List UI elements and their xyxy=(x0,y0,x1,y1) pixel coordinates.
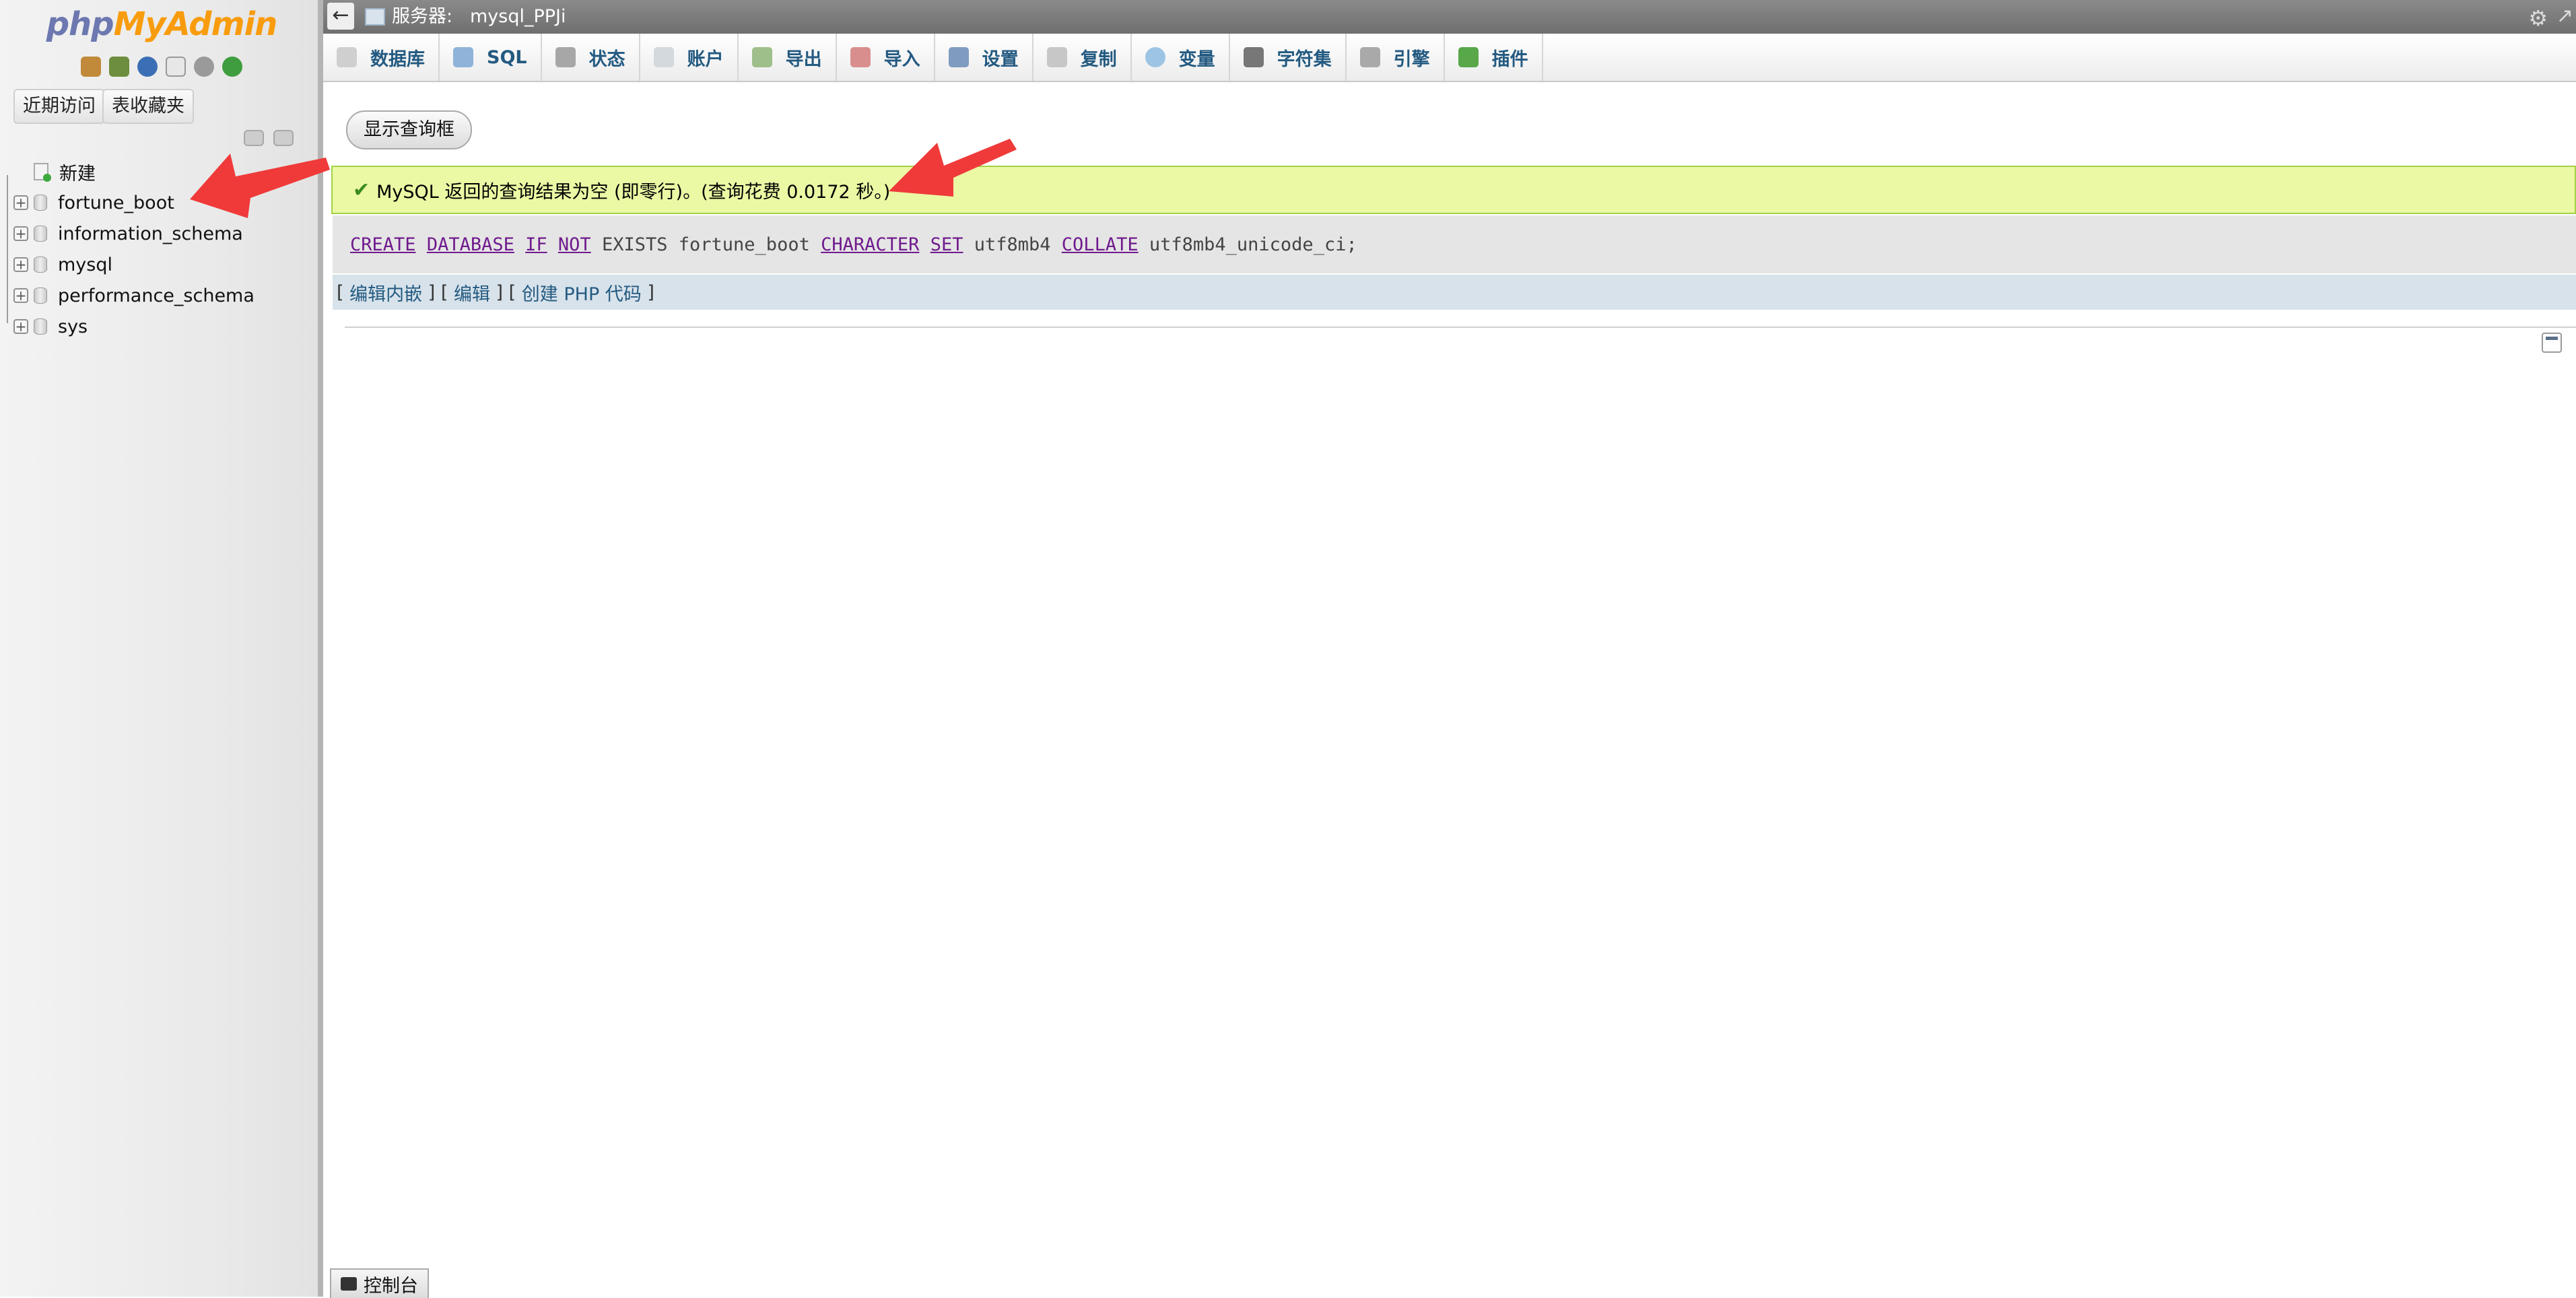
recent-tables-button[interactable]: 近期访问 xyxy=(13,89,105,124)
expand-icon[interactable]: + xyxy=(13,319,28,334)
server-breadcrumb-bar: ← 服务器: mysql_PPJi ⚙ ↗ xyxy=(323,0,2576,34)
tab-sql[interactable]: SQL xyxy=(440,34,542,81)
settings-icon[interactable] xyxy=(194,57,214,77)
tree-item-mysql[interactable]: + mysql xyxy=(13,249,255,280)
sql-icon xyxy=(453,47,473,67)
expand-icon[interactable]: + xyxy=(13,288,28,303)
sql-keyword-collate[interactable]: COLLATE xyxy=(1062,234,1139,255)
help-icon[interactable] xyxy=(137,57,158,77)
console-label: 控制台 xyxy=(364,1275,418,1297)
success-message: ✔ MySQL 返回的查询结果为空 (即零行)。(查询花费 0.0172 秒。) xyxy=(331,166,2576,214)
sql-keyword-create[interactable]: CREATE xyxy=(350,234,416,255)
collapse-sidebar-button[interactable]: ← xyxy=(327,3,354,30)
server-label: 服务器: xyxy=(392,6,453,27)
show-query-box-button[interactable]: 显示查询框 xyxy=(346,110,472,149)
expand-icon[interactable]: + xyxy=(13,195,28,210)
sql-action-links: [ 编辑内嵌 ] [ 编辑 ] [ 创建 PHP 代码 ] xyxy=(333,275,2576,310)
plugin-icon xyxy=(1458,47,1479,67)
tab-settings[interactable]: 设置 xyxy=(935,34,1033,81)
sql-keyword-database[interactable]: DATABASE xyxy=(427,234,514,255)
database-icon xyxy=(34,287,47,304)
new-database-icon xyxy=(34,163,51,182)
tree-controls xyxy=(244,130,294,146)
edit-link[interactable]: 编辑 xyxy=(454,279,490,306)
tree-item-label[interactable]: information_schema xyxy=(58,224,243,244)
docs-icon[interactable] xyxy=(166,57,186,77)
console-toggle[interactable]: 控制台 xyxy=(330,1268,429,1298)
favorite-tables-button[interactable]: 表收藏夹 xyxy=(102,89,194,124)
replication-icon xyxy=(1046,47,1067,67)
variables-icon xyxy=(1145,47,1165,67)
sql-keyword-not[interactable]: NOT xyxy=(558,234,591,255)
tree-item-label[interactable]: 新建 xyxy=(59,159,96,185)
page-settings-icon[interactable]: ⚙ xyxy=(2528,5,2548,31)
edit-inline-link[interactable]: 编辑内嵌 xyxy=(349,279,422,306)
reload-icon[interactable] xyxy=(222,57,242,77)
navigation-panel: phpMyAdmin 近期访问 表收藏夹 新建 + fortune_boot +… xyxy=(0,0,323,1297)
database-tree: 新建 + fortune_boot + information_schema +… xyxy=(13,156,255,342)
tree-guide-line xyxy=(7,175,8,323)
accounts-icon xyxy=(653,47,674,67)
tree-item-sys[interactable]: + sys xyxy=(13,311,255,342)
create-php-code-link[interactable]: 创建 PHP 代码 xyxy=(522,279,642,306)
tree-item-label[interactable]: performance_schema xyxy=(58,285,255,306)
sql-keyword-if[interactable]: IF xyxy=(525,234,547,255)
tree-item-new[interactable]: 新建 xyxy=(13,156,255,187)
database-icon xyxy=(34,195,47,211)
tab-engines[interactable]: 引擎 xyxy=(1347,34,1445,81)
tab-accounts[interactable]: 账户 xyxy=(640,34,739,81)
expand-menu-icon[interactable]: ↗ xyxy=(2556,4,2573,28)
database-icon xyxy=(34,226,47,242)
sql-keyword-set[interactable]: SET xyxy=(930,234,963,255)
link-with-main-icon[interactable] xyxy=(273,130,294,146)
database-icon xyxy=(34,318,47,335)
tab-charset[interactable]: 字符集 xyxy=(1230,34,1347,81)
home-icon[interactable] xyxy=(81,57,101,77)
tab-status[interactable]: 状态 xyxy=(542,34,640,81)
expand-icon[interactable]: + xyxy=(13,257,28,272)
tree-item-information-schema[interactable]: + information_schema xyxy=(13,218,255,249)
bookmark-icon[interactable] xyxy=(2542,333,2562,353)
tree-item-label[interactable]: mysql xyxy=(58,254,112,275)
sql-collation-value: utf8mb4_unicode_ci; xyxy=(1149,234,1357,255)
tab-plugins[interactable]: 插件 xyxy=(1445,34,1543,81)
database-icon[interactable] xyxy=(109,57,129,77)
sql-database-name: fortune_boot xyxy=(678,234,810,255)
server-tabs: 数据库 SQL 状态 账户 导出 导入 设置 复制 变量 字符集 引擎 插件 xyxy=(323,34,2576,82)
import-icon xyxy=(850,47,871,67)
expand-icon[interactable]: + xyxy=(13,226,28,241)
tab-import[interactable]: 导入 xyxy=(837,34,935,81)
sql-keyword-exists: EXISTS xyxy=(601,234,668,255)
status-icon xyxy=(555,47,576,67)
console-icon xyxy=(341,1277,357,1291)
collapse-all-icon[interactable] xyxy=(244,130,264,146)
server-name-link[interactable]: mysql_PPJi xyxy=(470,0,566,34)
tab-databases[interactable]: 数据库 xyxy=(323,34,440,81)
tree-item-performance-schema[interactable]: + performance_schema xyxy=(13,280,255,311)
tab-export[interactable]: 导出 xyxy=(739,34,837,81)
success-message-text: MySQL 返回的查询结果为空 (即零行)。(查询花费 0.0172 秒。) xyxy=(376,181,891,203)
tree-item-label[interactable]: sys xyxy=(58,316,88,337)
database-icon xyxy=(337,47,357,67)
check-icon: ✔ xyxy=(353,178,370,202)
executed-sql-query: CREATE DATABASE IF NOT EXISTS fortune_bo… xyxy=(333,215,2576,273)
sql-keyword-character[interactable]: CHARACTER xyxy=(821,234,919,255)
phpmyadmin-logo[interactable]: phpMyAdmin xyxy=(0,0,323,47)
tab-replication[interactable]: 复制 xyxy=(1033,34,1132,81)
content-divider xyxy=(345,327,2576,328)
wrench-icon xyxy=(948,47,969,67)
charset-icon xyxy=(1243,47,1264,67)
tree-item-fortune-boot[interactable]: + fortune_boot xyxy=(13,187,255,218)
server-icon xyxy=(365,8,385,26)
tab-variables[interactable]: 变量 xyxy=(1132,34,1230,81)
export-icon xyxy=(751,47,772,67)
sql-charset-value: utf8mb4 xyxy=(974,234,1051,255)
database-icon xyxy=(34,257,47,273)
engine-icon xyxy=(1359,47,1380,67)
quick-links xyxy=(81,57,242,77)
tree-item-label[interactable]: fortune_boot xyxy=(58,193,174,213)
